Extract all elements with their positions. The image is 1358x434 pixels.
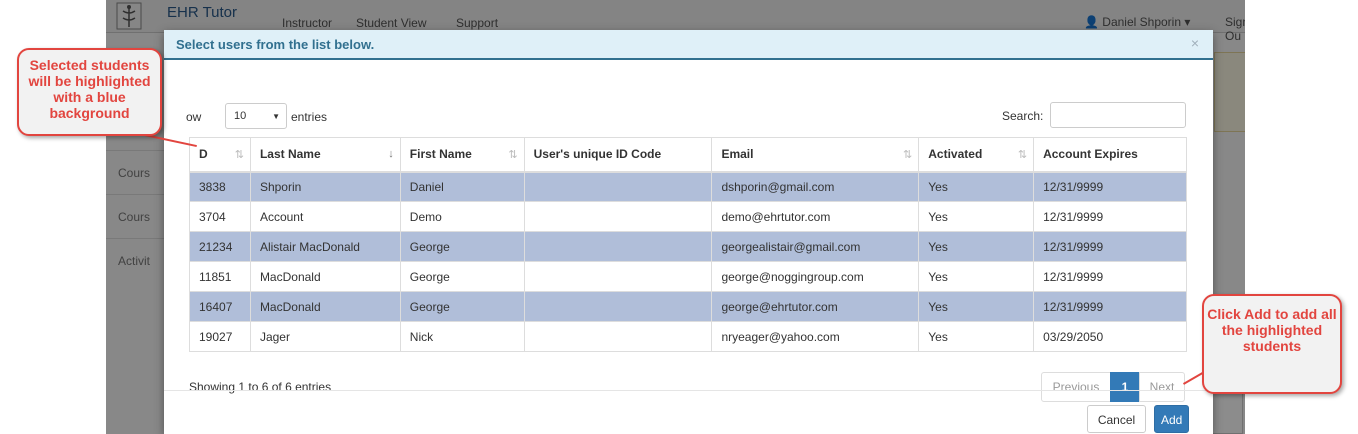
search-label: Search: <box>1002 109 1044 123</box>
table-header-row: D ⇅ Last Name ↓ First Name ⇅ User's unique … <box>189 137 1187 173</box>
modal-footer-divider <box>164 390 1213 391</box>
modal-header: Select users from the list below. × <box>164 30 1213 60</box>
entries-per-page-select[interactable]: 10 ▼ <box>225 103 287 129</box>
search-input[interactable] <box>1050 102 1186 128</box>
col-header-account-expires[interactable]: Account Expires <box>1033 137 1187 173</box>
sort-asc-icon: ↓ <box>388 148 394 160</box>
callout-click-add: Click Add to add all the highlighted stu… <box>1202 294 1342 394</box>
select-users-modal: Select users from the list below. × ow 1… <box>164 30 1213 434</box>
col-header-email[interactable]: Email ⇅ <box>711 137 920 173</box>
add-button[interactable]: Add <box>1154 405 1189 433</box>
col-header-id[interactable]: D ⇅ <box>189 137 251 173</box>
table-row[interactable]: 3704 Account Demo demo@ehrtutor.com Yes 12/31… <box>189 201 1187 232</box>
close-icon[interactable]: × <box>1191 35 1199 51</box>
users-table: D ⇅ Last Name ↓ First Name ⇅ User's unique … <box>189 137 1187 352</box>
col-header-last-name[interactable]: Last Name ↓ <box>249 137 401 173</box>
table-row[interactable]: 21234 Alistair MacDonald George georgealist… <box>189 231 1187 262</box>
col-header-first-name[interactable]: First Name ⇅ <box>399 137 525 173</box>
sort-both-icon: ⇅ <box>1017 149 1028 161</box>
sort-both-icon: ⇅ <box>903 149 913 161</box>
sort-both-icon: ⇅ <box>508 149 518 161</box>
cancel-button[interactable]: Cancel <box>1087 405 1146 433</box>
pagination: Previous 1 Next <box>1041 372 1185 402</box>
table-row[interactable]: 3838 Shporin Daniel dshporin@gmail.com Yes 12… <box>189 171 1187 202</box>
callout-selected-students: Selected students will be highlighted wi… <box>17 48 162 136</box>
sort-both-icon: ⇅ <box>234 149 244 161</box>
table-row[interactable]: 11851 MacDonald George george@noggingroup.c… <box>189 261 1187 292</box>
entries-per-page-value: 10 <box>234 110 247 122</box>
table-row[interactable]: 19027 Jager Nick nryeager@yahoo.com Yes 03/29… <box>189 321 1187 352</box>
chevron-down-icon: ▼ <box>272 112 280 121</box>
col-header-unique-id[interactable]: User's unique ID Code <box>523 137 713 173</box>
pagination-previous[interactable]: Previous <box>1041 372 1111 402</box>
entries-label: entries <box>291 110 328 124</box>
table-info: Showing 1 to 6 of 6 entries <box>189 380 332 394</box>
pagination-page-1[interactable]: 1 <box>1110 372 1140 402</box>
pagination-next[interactable]: Next <box>1139 372 1185 402</box>
length-label: ow <box>186 110 202 124</box>
modal-title: Select users from the list below. <box>176 37 375 52</box>
table-row[interactable]: 16407 MacDonald George george@ehrtutor.com Y… <box>189 291 1187 322</box>
col-header-activated[interactable]: Activated ⇅ <box>918 137 1035 173</box>
